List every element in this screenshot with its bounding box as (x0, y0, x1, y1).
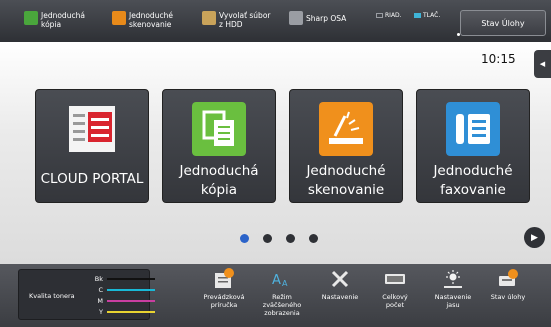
tile-label: Jednoduché faxovanie (433, 163, 513, 198)
scan-icon (112, 11, 126, 25)
bottom-guide[interactable]: Prevádzková príručka (194, 268, 254, 309)
indicator-riad: RIAD. (376, 12, 402, 19)
page-dot[interactable] (309, 234, 318, 243)
chevron-left-icon: ◀ (539, 60, 546, 68)
svg-text:A: A (282, 279, 288, 288)
toner-bar (107, 311, 155, 313)
job-status-icon (499, 269, 518, 286)
settings-icon (331, 270, 349, 288)
copy-icon (192, 102, 246, 156)
top-bar: Jednoduchá kópia Jednoduché skenovanie V… (0, 0, 551, 42)
tile-label: Jednoduchá kópia (179, 163, 259, 198)
side-panel-tab[interactable]: ◀ (534, 50, 551, 78)
tile-simple-copy[interactable]: Jednoduchá kópia (162, 89, 276, 203)
job-status-button[interactable]: Stav Úlohy (460, 10, 546, 36)
toner-title: Kvalita tonera (29, 292, 75, 300)
play-right-icon: ▶ (531, 232, 538, 243)
next-page-button[interactable]: ▶ (524, 227, 545, 248)
tlac-indicator-icon (414, 13, 421, 18)
bottom-zoom-mode[interactable]: A A Režim zväčšeného zobrazenia (252, 268, 312, 317)
bottom-counter[interactable]: Celkový počet (365, 268, 425, 309)
brightness-icon (444, 270, 462, 288)
cloud-portal-icon (69, 106, 115, 152)
toner-bar (107, 278, 155, 280)
tile-cloud-portal[interactable]: CLOUD PORTAL (35, 89, 149, 203)
shortcut-hdd-file[interactable]: Vyvolať súbor z HDD (202, 11, 271, 35)
svg-text:A: A (272, 273, 281, 288)
home-screen: Jednoduchá kópia Jednoduché skenovanie V… (0, 0, 551, 327)
page-dot[interactable] (263, 234, 272, 243)
fax-icon (446, 102, 500, 156)
toner-bar (107, 300, 155, 302)
shortcut-simple-copy[interactable]: Jednoduchá kópia (24, 11, 85, 35)
shortcut-sharp-osa[interactable]: Sharp OSA (289, 11, 346, 35)
tile-simple-fax[interactable]: Jednoduché faxovanie (416, 89, 530, 203)
page-dot[interactable] (240, 234, 249, 243)
zoom-mode-icon: A A (272, 273, 288, 288)
riad-indicator-icon (376, 13, 383, 18)
bottom-settings[interactable]: Nastavenie (310, 268, 370, 301)
toner-row-m: M (93, 297, 155, 305)
bottom-brightness[interactable]: Nastavenie jasu (423, 268, 483, 309)
toner-bar (107, 289, 155, 291)
page-dot[interactable] (286, 234, 295, 243)
page-indicator (240, 234, 318, 243)
scan-icon (319, 102, 373, 156)
toner-row-c: C (93, 286, 155, 294)
toner-row-bk: Bk (93, 275, 155, 283)
bottom-job-status[interactable]: Stav úlohy (478, 268, 538, 301)
guide-icon (215, 268, 234, 288)
indicator-tlac: TLAČ. (414, 12, 440, 19)
toner-row-y: Y (93, 308, 155, 316)
copy-icon (24, 11, 38, 25)
shortcut-simple-scan[interactable]: Jednoduché skenovanie (112, 11, 173, 35)
osa-icon (289, 11, 303, 25)
tile-label: Jednoduché skenovanie (306, 163, 386, 198)
folder-icon (202, 11, 216, 25)
tile-label: CLOUD PORTAL (40, 171, 144, 187)
counter-icon (385, 274, 405, 284)
clock: 10:15 (481, 52, 516, 66)
toner-quality-panel[interactable]: Kvalita tonera Bk C M Y (18, 269, 155, 320)
tile-simple-scan[interactable]: Jednoduché skenovanie (289, 89, 403, 203)
